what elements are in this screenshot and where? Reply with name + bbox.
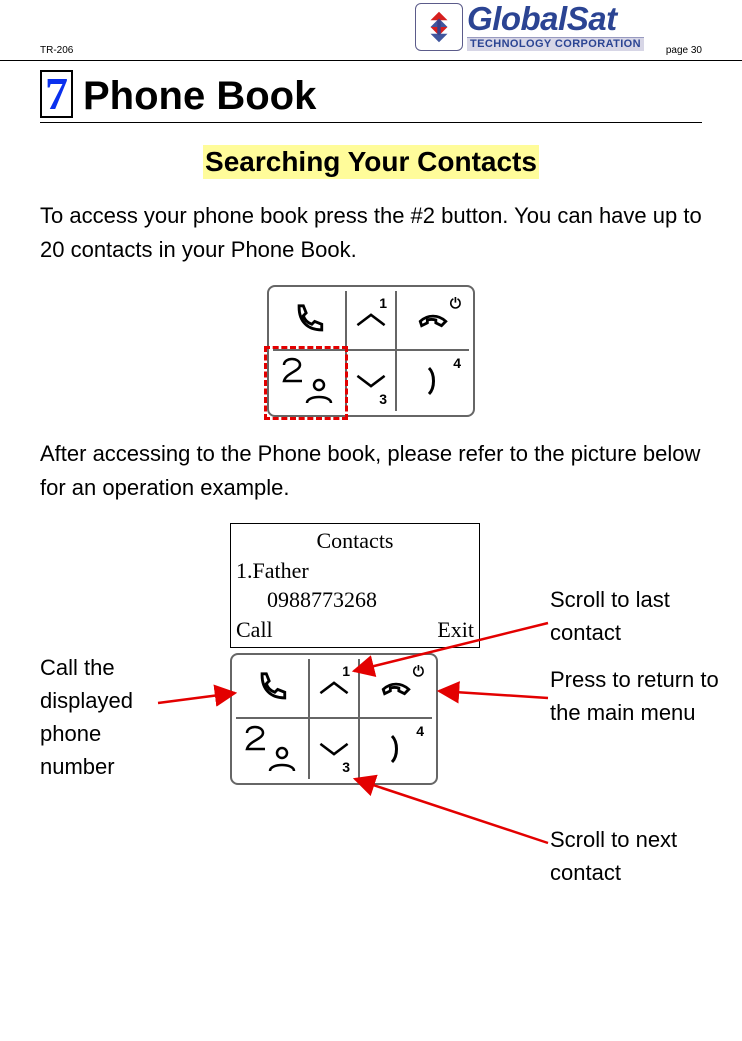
annot-call: Call the displayed phone number	[40, 651, 170, 783]
subheading-wrap: Searching Your Contacts	[40, 145, 702, 179]
phone-icon	[292, 303, 326, 337]
header: TR-206 GlobalSat TECHNOLOGY CORPORATION …	[0, 0, 742, 61]
key-end-sup-2: ⏻	[413, 663, 424, 680]
key-4-sup: 4	[453, 355, 461, 371]
key-end: ⏻	[397, 291, 469, 351]
key-4: 4	[397, 351, 469, 411]
phone-screen: Contacts 1.Father 0988773268 Call Exit	[230, 523, 480, 648]
key-down-sup-2: 3	[342, 759, 350, 775]
end-call-icon	[379, 671, 413, 705]
annot-scroll-last: Scroll to last contact	[550, 583, 730, 649]
logo-brand: GlobalSat	[467, 2, 644, 35]
key-down-2: 3	[308, 719, 360, 779]
key-down: 3	[345, 351, 397, 411]
chevron-down-icon	[354, 371, 388, 391]
key-end-2: ⏻	[360, 659, 432, 719]
paragraph-1: To access your phone book press the #2 b…	[40, 199, 702, 267]
screen-title: Contacts	[233, 526, 477, 556]
bracket-icon	[423, 364, 443, 398]
logo-text: GlobalSat TECHNOLOGY CORPORATION	[467, 2, 644, 51]
chevron-up-icon	[354, 310, 388, 330]
key-up-2: 1	[308, 659, 360, 719]
chevron-down-icon	[317, 739, 351, 759]
subheading: Searching Your Contacts	[203, 145, 539, 179]
annot-return: Press to return to the main menu	[550, 663, 730, 729]
keypad-figure-1: 1 ⏻	[40, 285, 702, 417]
key-4-sup-2: 4	[416, 723, 424, 739]
key-up: 1	[345, 291, 397, 351]
phone-icon	[255, 671, 289, 705]
key-2-2	[236, 719, 308, 779]
logo: GlobalSat TECHNOLOGY CORPORATION	[415, 2, 644, 51]
keypad-2: 1 ⏻	[230, 653, 438, 785]
keypad-1: 1 ⏻	[267, 285, 475, 417]
chevron-up-icon	[317, 678, 351, 698]
key-4-2: 4	[360, 719, 432, 779]
key-end-sup: ⏻	[450, 295, 461, 312]
page-root: TR-206 GlobalSat TECHNOLOGY CORPORATION …	[0, 0, 742, 1041]
bracket-icon	[386, 732, 406, 766]
model-label: TR-206	[40, 45, 73, 56]
person-icon	[299, 377, 339, 405]
chapter-title: Phone Book	[83, 76, 316, 116]
key-up-sup-2: 1	[342, 663, 350, 679]
key-call-2	[236, 659, 308, 719]
operation-example: Contacts 1.Father 0988773268 Call Exit	[40, 523, 702, 943]
keypad-figure-2: 1 ⏻	[230, 653, 438, 785]
logo-mark-icon	[415, 3, 463, 51]
content: 7 Phone Book Searching Your Contacts To …	[40, 70, 702, 943]
key-2	[273, 351, 345, 411]
chapter-number: 7	[40, 70, 73, 118]
screen-softkey-left: Call	[236, 615, 273, 645]
page-number: page 30	[666, 45, 702, 56]
chapter-heading: 7 Phone Book	[40, 70, 702, 123]
key-down-sup: 3	[379, 391, 387, 407]
annot-scroll-next: Scroll to next contact	[550, 823, 730, 889]
screen-softkey-right: Exit	[437, 615, 474, 645]
logo-subtitle: TECHNOLOGY CORPORATION	[467, 37, 644, 51]
key-up-sup: 1	[379, 295, 387, 311]
end-call-icon	[416, 303, 450, 337]
person-icon	[262, 745, 302, 773]
paragraph-2: After accessing to the Phone book, pleas…	[40, 437, 702, 505]
key-call	[273, 291, 345, 351]
screen-contact-name: 1.Father	[233, 556, 477, 586]
screen-contact-number: 0988773268	[233, 585, 477, 615]
